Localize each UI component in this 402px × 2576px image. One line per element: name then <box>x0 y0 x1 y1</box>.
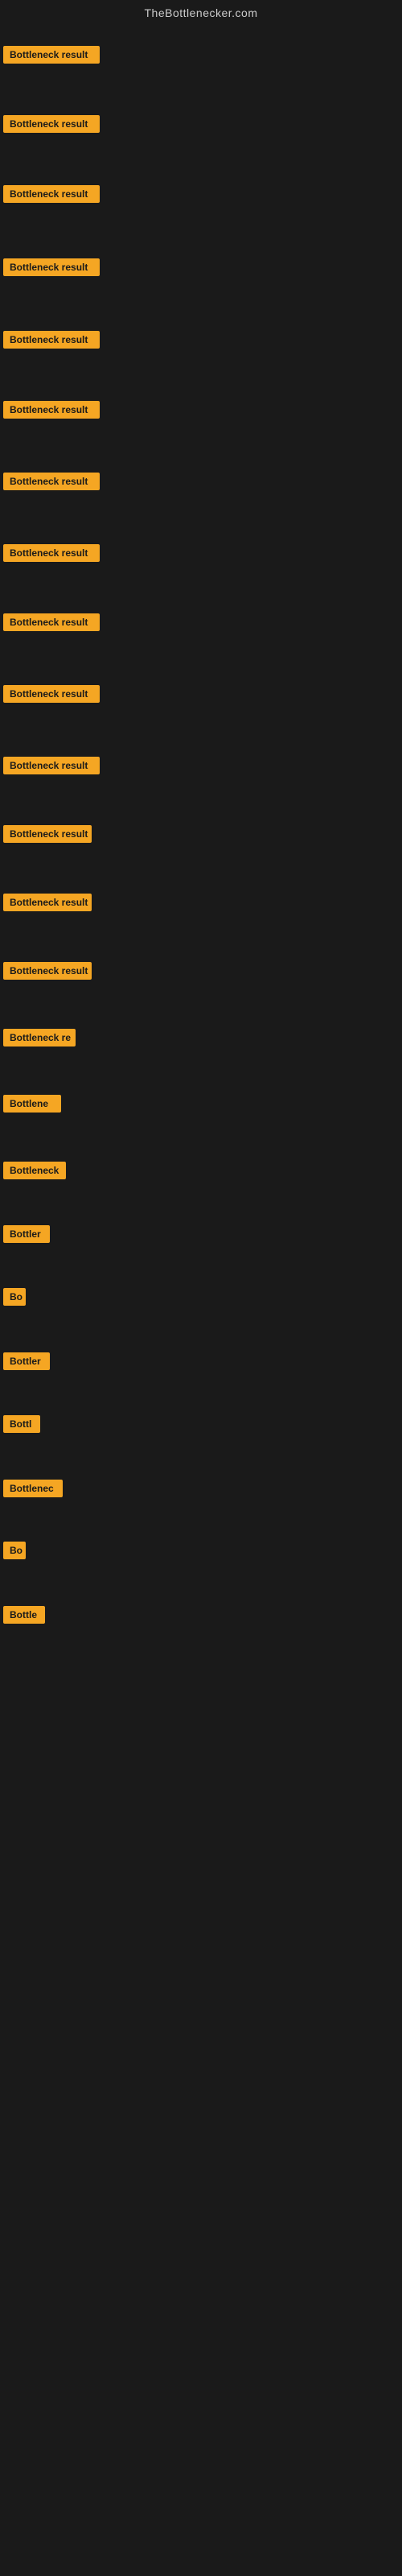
bottleneck-row: Bottl <box>3 1415 40 1437</box>
bottleneck-row: Bottle <box>3 1606 45 1628</box>
bottleneck-badge[interactable]: Bottle <box>3 1606 45 1624</box>
bottleneck-badge[interactable]: Bottleneck result <box>3 825 92 843</box>
bottleneck-row: Bottleneck result <box>3 685 100 707</box>
bottleneck-row: Bottleneck result <box>3 115 100 137</box>
bottleneck-badge[interactable]: Bottler <box>3 1352 50 1370</box>
bottleneck-row: Bottleneck result <box>3 757 100 778</box>
bottleneck-row: Bottleneck result <box>3 894 92 915</box>
bottleneck-badge[interactable]: Bottleneck result <box>3 613 100 631</box>
bottleneck-row: Bottleneck result <box>3 185 100 207</box>
bottleneck-row: Bo <box>3 1542 26 1563</box>
bottleneck-badge[interactable]: Bottleneck result <box>3 473 100 490</box>
bottleneck-badge[interactable]: Bottlenec <box>3 1480 63 1497</box>
bottleneck-badge[interactable]: Bottleneck <box>3 1162 66 1179</box>
site-title: TheBottlenecker.com <box>0 0 402 26</box>
bottleneck-row: Bottleneck result <box>3 825 92 847</box>
bottleneck-badge[interactable]: Bottl <box>3 1415 40 1433</box>
bottleneck-badge[interactable]: Bottleneck result <box>3 115 100 133</box>
bottleneck-row: Bottlenec <box>3 1480 63 1501</box>
bottleneck-badge[interactable]: Bottleneck result <box>3 894 92 911</box>
bottleneck-row: Bottleneck result <box>3 473 100 494</box>
bottleneck-badge[interactable]: Bottleneck result <box>3 685 100 703</box>
bottleneck-badge[interactable]: Bottleneck result <box>3 401 100 419</box>
bottleneck-row: Bottleneck result <box>3 613 100 635</box>
bottleneck-badge[interactable]: Bottlene <box>3 1095 61 1113</box>
bottleneck-row: Bottleneck result <box>3 962 92 984</box>
bottleneck-row: Bottleneck result <box>3 544 100 566</box>
bottleneck-row: Bottler <box>3 1352 50 1374</box>
bottleneck-badge[interactable]: Bottleneck result <box>3 544 100 562</box>
bottleneck-badge[interactable]: Bottleneck result <box>3 185 100 203</box>
bottleneck-badge[interactable]: Bottleneck result <box>3 46 100 64</box>
page-wrapper: TheBottlenecker.com Bottleneck result Bot… <box>0 0 402 2576</box>
bottleneck-row: Bottleneck re <box>3 1029 76 1051</box>
bottleneck-row: Bottleneck result <box>3 401 100 423</box>
bottleneck-row: Bo <box>3 1288 26 1310</box>
bottleneck-badge[interactable]: Bottleneck result <box>3 962 92 980</box>
bottleneck-badge[interactable]: Bottler <box>3 1225 50 1243</box>
bottleneck-row: Bottleneck result <box>3 331 100 353</box>
bottleneck-row: Bottler <box>3 1225 50 1247</box>
bottleneck-row: Bottleneck result <box>3 258 100 280</box>
bottleneck-row: Bottleneck result <box>3 46 100 68</box>
bottleneck-badge[interactable]: Bottleneck re <box>3 1029 76 1046</box>
bottleneck-badge[interactable]: Bottleneck result <box>3 331 100 349</box>
bottleneck-row: Bottlene <box>3 1095 61 1117</box>
bottleneck-badge[interactable]: Bottleneck result <box>3 757 100 774</box>
bottleneck-badge[interactable]: Bo <box>3 1288 26 1306</box>
bottleneck-badge[interactable]: Bottleneck result <box>3 258 100 276</box>
bottleneck-row: Bottleneck <box>3 1162 66 1183</box>
bottleneck-badge[interactable]: Bo <box>3 1542 26 1559</box>
